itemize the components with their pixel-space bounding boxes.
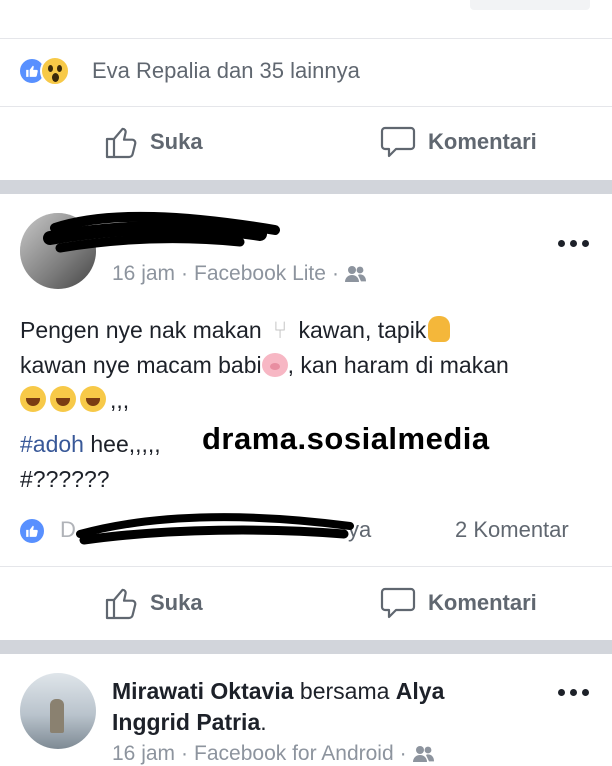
thumbs-up-icon [105, 127, 137, 159]
post2-reaction-icons[interactable] [18, 517, 46, 545]
post3-tagged-second[interactable]: Inggrid Patria [112, 709, 260, 735]
post2-like-button[interactable]: Suka [104, 585, 203, 621]
laughing-face-icon [50, 386, 76, 412]
post2-source: Facebook Lite [194, 262, 326, 285]
post3-meta: 16 jam · Facebook for Android · [112, 742, 435, 766]
post1-divider-actions [0, 106, 612, 107]
post3-author[interactable]: Mirawati Oktavia [112, 678, 294, 704]
hashtag-adoh[interactable]: #adoh [20, 431, 84, 457]
watermark-text: drama.sosialmedia [202, 421, 490, 456]
wow-reaction-icon [40, 56, 70, 86]
pig-face-icon [261, 353, 288, 377]
comment-bubble-icon [380, 126, 416, 158]
friends-audience-icon [412, 746, 434, 762]
post1-like-button[interactable]: Suka [104, 124, 203, 160]
post2-body-line1a: Pengen nye nak makan [20, 317, 262, 343]
post2-body-line1b: kawan, tapik [298, 317, 427, 343]
post2-body: Pengen nye nak makan ⑂ kawan, tapik kawa… [20, 313, 600, 418]
post3-avatar[interactable] [20, 673, 96, 749]
feed-separator [0, 180, 612, 194]
post1-comment-label: Komentari [428, 129, 537, 154]
post3-period: . [260, 709, 267, 735]
post3-time[interactable]: 16 jam [112, 742, 175, 766]
friends-audience-icon [344, 266, 366, 282]
post2-comment-button[interactable]: Komentari [380, 585, 537, 621]
laughing-face-icon [80, 386, 106, 412]
post1-like-label: Suka [150, 129, 203, 154]
post1-comment-button[interactable]: Komentari [380, 124, 537, 160]
post3-source: Facebook for Android [194, 742, 394, 765]
post1-reactions-text[interactable]: Eva Repalia dan 35 lainnya [92, 58, 360, 84]
like-reaction-icon [18, 517, 46, 545]
thumbs-up-icon [105, 588, 137, 620]
post2-comment-label: Komentari [428, 590, 537, 615]
post2-body-line2a: kawan nye macam babi [20, 352, 262, 378]
feed-separator [0, 640, 612, 654]
post2-time[interactable]: 16 jam [112, 262, 175, 286]
post2-meta: 16 jam · Facebook Lite · [112, 262, 367, 286]
hashtag-question[interactable]: #?????? [20, 466, 110, 492]
post3-title: Mirawati Oktavia bersama Alya Inggrid Pa… [112, 676, 512, 738]
post2-like-label: Suka [150, 590, 203, 615]
post2-hashtags: #adoh hee,,,,, #?????? [20, 427, 161, 497]
post1-reaction-icons[interactable] [18, 56, 70, 86]
redacted-author-name [43, 211, 280, 253]
post3-tagged-first[interactable]: Alya [396, 678, 445, 704]
post2-body-line2b: , kan haram di makan [287, 352, 509, 378]
post3-with-word: bersama [299, 678, 390, 704]
post2-hashtag-tail: hee,,,,, [83, 431, 161, 457]
cropped-previous-content [470, 0, 590, 10]
fork-knife-icon: ⑂ [272, 317, 288, 344]
laughing-face-icon [20, 386, 46, 412]
post2-body-line3-tail: ,,, [110, 387, 130, 413]
post2-comments-count[interactable]: 2 Komentar [455, 517, 569, 543]
post1-divider-top [0, 38, 612, 39]
post2-more-options-icon[interactable] [558, 240, 589, 247]
comment-bubble-icon [380, 587, 416, 619]
post3-more-options-icon[interactable] [558, 689, 589, 696]
raised-hand-icon [428, 316, 451, 342]
redacted-reactions [76, 513, 354, 545]
post2-divider-actions [0, 566, 612, 567]
